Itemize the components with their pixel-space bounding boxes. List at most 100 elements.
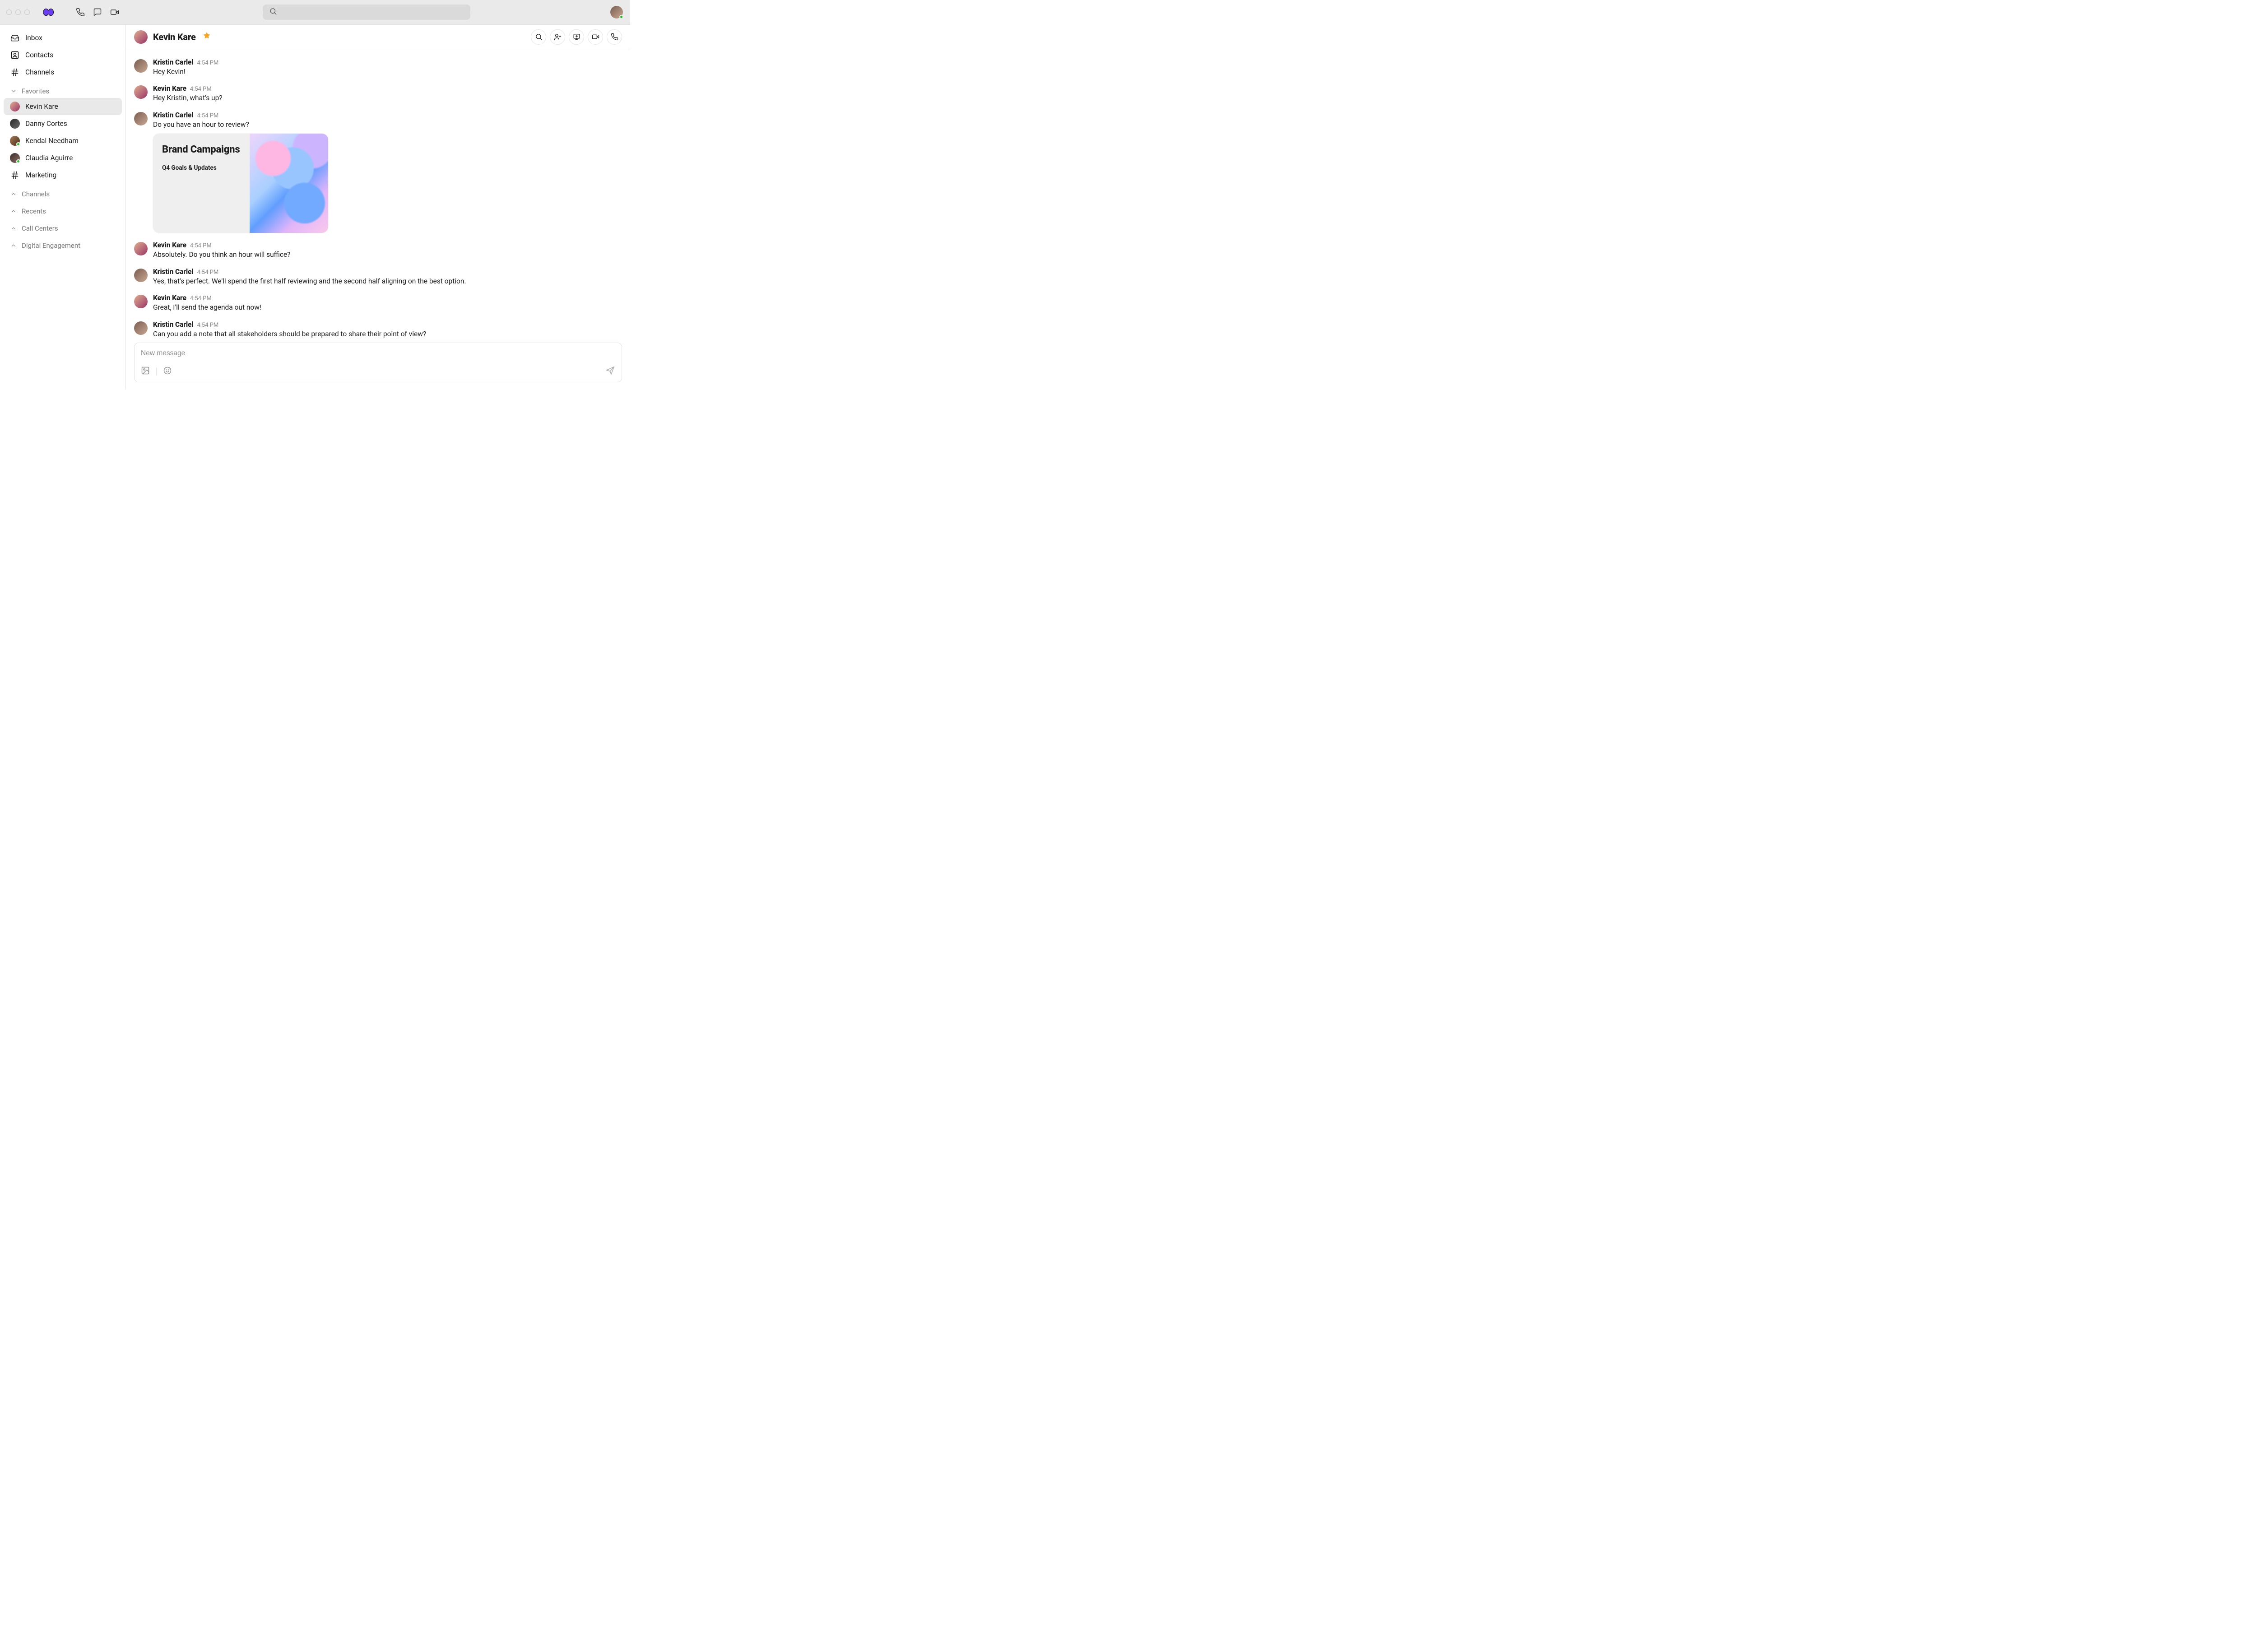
window-controls[interactable] [6,9,30,15]
conversation-title: Kevin Kare [153,32,196,42]
search-in-chat-button[interactable] [531,29,546,45]
app-topbar [0,0,630,25]
presence-dot [619,15,623,19]
traffic-light[interactable] [24,9,30,15]
nav-channels[interactable]: Channels [4,64,122,81]
call-icon[interactable] [72,4,88,20]
attachment-card[interactable]: Brand Campaigns Q4 Goals & Updates [153,134,328,233]
section-label: Digital Engagement [22,241,80,250]
topbar-quick-actions [72,4,123,20]
message-sender: Kristin Carlel [153,111,193,119]
presence-dot [16,159,20,163]
conversation-avatar[interactable] [134,30,148,44]
star-icon[interactable] [203,32,210,42]
presence-dot [16,142,20,146]
emoji-icon[interactable] [163,366,172,377]
traffic-light[interactable] [15,9,21,15]
message-sender: Kevin Kare [153,241,186,249]
global-search[interactable] [263,5,470,20]
message-composer[interactable] [134,343,622,382]
screen-share-button[interactable] [569,29,584,45]
avatar [134,269,148,282]
message-text: Hey Kevin! [153,67,622,76]
sidebar-item-label: Claudia Aguirre [25,154,73,162]
conversation-header: Kevin Kare [126,25,630,49]
chevron-up-icon [10,208,17,215]
section-label: Call Centers [22,224,58,232]
channel-label: Marketing [25,171,56,179]
attachment-thumbnail [250,134,328,233]
search-input[interactable] [281,9,464,16]
sidebar: Inbox Contacts Channels Favorites Kevin … [0,25,126,390]
app-logo [43,7,54,18]
composer-area [126,343,630,390]
avatar [134,242,148,255]
chevron-up-icon [10,225,17,232]
sidebar-item-danny[interactable]: Danny Cortes [4,115,122,132]
message: Kristin Carlel 4:54 PM Can you add a note… [134,318,622,343]
message-time: 4:54 PM [197,269,218,276]
current-user-avatar[interactable] [610,6,623,19]
message: Kevin Kare4:54 PM Great, I'll send the a… [134,291,622,317]
chevron-up-icon [10,242,17,249]
nav-contacts[interactable]: Contacts [4,46,122,64]
message-sender: Kevin Kare [153,294,186,302]
sidebar-item-label: Danny Cortes [25,120,67,128]
search-icon [269,7,277,17]
message-sender: Kristin Carlel [153,268,193,276]
message-sender: Kristin Carlel [153,320,193,329]
traffic-light[interactable] [6,9,12,15]
video-icon[interactable] [107,4,123,20]
nav-inbox[interactable]: Inbox [4,29,122,46]
message-time: 4:54 PM [197,112,218,119]
avatar [134,321,148,335]
avatar [134,59,148,73]
add-people-button[interactable] [550,29,565,45]
message: Kristin Carlel 4:54 PM Hey Kevin! [134,56,622,82]
avatar [134,112,148,125]
avatar [10,102,20,111]
section-label: Recents [22,207,46,215]
conversation-pane: Kevin Kare Kristin Carlel 4:54 PM Hey Kev… [126,25,630,390]
avatar [10,153,20,163]
message-time: 4:54 PM [197,322,218,329]
favorite-channel-marketing[interactable]: Marketing [4,167,122,184]
message-text: Do you have an hour to review? [153,120,622,129]
sidebar-item-claudia[interactable]: Claudia Aguirre [4,149,122,167]
nav-label: Inbox [25,34,42,42]
chevron-down-icon [10,88,17,95]
section-call-centers[interactable]: Call Centers [4,218,122,235]
message: Kevin Kare4:54 PM Absolutely. Do you thi… [134,238,622,265]
divider [156,367,157,376]
send-button[interactable] [605,366,615,377]
inbox-icon [10,33,20,43]
chat-icon[interactable] [89,4,106,20]
section-digital-engagement[interactable]: Digital Engagement [4,235,122,252]
message-text: Great, I'll send the agenda out now! [153,303,622,312]
composer-input[interactable] [141,349,615,357]
section-label: Favorites [22,87,49,95]
attachment-title: Brand Campaigns [162,144,241,156]
section-channels[interactable]: Channels [4,184,122,201]
start-video-button[interactable] [588,29,603,45]
sidebar-item-label: Kendal Needham [25,137,79,145]
start-call-button[interactable] [607,29,622,45]
message-list[interactable]: Kristin Carlel 4:54 PM Hey Kevin! Kevin K… [126,49,630,343]
attach-image-icon[interactable] [141,366,150,377]
nav-label: Channels [25,68,54,76]
section-recents[interactable]: Recents [4,201,122,218]
message-text: Hey Kristin, what's up? [153,93,622,102]
attachment-subtitle: Q4 Goals & Updates [162,164,241,172]
section-favorites[interactable]: Favorites [4,81,122,98]
contacts-icon [10,50,20,60]
message-text: Can you add a note that all stakeholders… [153,329,622,339]
conversation-actions [531,29,622,45]
message-time: 4:54 PM [197,60,218,66]
message: Kristin Carlel 4:54 PM Yes, that's perfec… [134,265,622,291]
hash-icon [10,170,20,180]
message-sender: Kristin Carlel [153,58,193,66]
sidebar-item-kendal[interactable]: Kendal Needham [4,132,122,149]
sidebar-item-label: Kevin Kare [25,102,58,111]
sidebar-item-kevin[interactable]: Kevin Kare [4,98,122,115]
message-text: Yes, that's perfect. We'll spend the fir… [153,277,622,286]
